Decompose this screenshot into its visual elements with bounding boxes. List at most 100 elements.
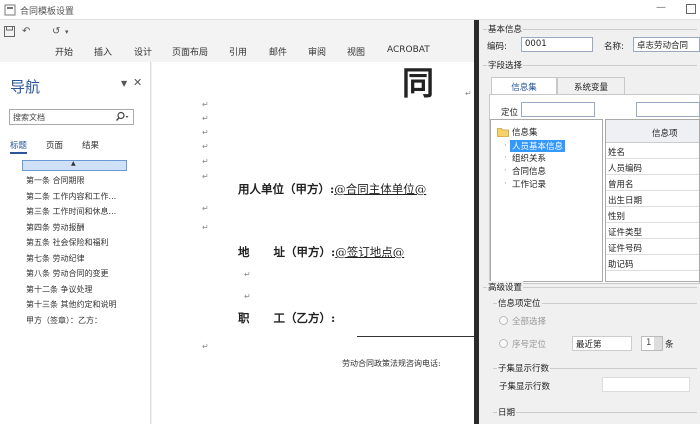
table-cell: 证件类型 xyxy=(608,228,643,238)
table-row[interactable]: 出生日期 xyxy=(606,191,699,207)
subset-group-label: 子集显示行数 xyxy=(497,362,551,374)
app-icon xyxy=(4,4,16,16)
code-input[interactable]: 0001 xyxy=(521,37,593,52)
redo-icon[interactable]: ↺ xyxy=(52,26,60,37)
tab-home[interactable]: 开始 xyxy=(55,45,73,58)
tab-mailings[interactable]: 邮件 xyxy=(269,45,287,58)
nav-item[interactable]: 第四条 劳动报酬 xyxy=(26,222,150,233)
table-cell: 姓名 xyxy=(608,148,626,158)
locate-group-label: 信息项定位 xyxy=(497,297,542,309)
tab-review[interactable]: 审阅 xyxy=(308,45,326,58)
grid-locate-input[interactable] xyxy=(636,102,700,117)
paragraph-mark: ↵ xyxy=(244,292,251,301)
sequence-number-stepper[interactable]: 1 xyxy=(641,336,663,351)
undo-icon[interactable]: ↶ xyxy=(22,26,30,37)
paragraph-mark: ↵ xyxy=(202,128,209,137)
table-cell: 助记码 xyxy=(608,260,634,270)
nav-selected-heading[interactable]: ▲ xyxy=(22,160,127,171)
tree-node[interactable]: 组织关系 xyxy=(512,152,546,164)
table-row[interactable]: 助记码 xyxy=(606,255,699,271)
folder-icon xyxy=(497,128,509,137)
nav-item[interactable]: 第一条 合同期限 xyxy=(26,175,150,186)
employer-label: 用人单位（甲方）: xyxy=(238,182,335,196)
nav-tab-pages[interactable]: 页面 xyxy=(46,139,63,151)
doc-title-fragment: 同 xyxy=(402,64,435,102)
radio-select-all[interactable] xyxy=(499,316,508,325)
radio-sequence[interactable] xyxy=(499,339,508,348)
field-selection-group-label: 字段选择 xyxy=(487,59,524,71)
paragraph-mark: ↵ xyxy=(202,142,209,151)
address-line: 地 址（甲方）:@签订地点@ xyxy=(238,244,404,260)
ribbon: ↶ ↺ ▾ 开始 插入 设计 页面布局 引用 邮件 审阅 视图 ACROBAT xyxy=(0,20,476,62)
paragraph-mark: ↵ xyxy=(244,270,251,279)
tab-acrobat[interactable]: ACROBAT xyxy=(387,45,430,55)
tab-insert[interactable]: 插入 xyxy=(94,45,112,58)
locate-input[interactable] xyxy=(521,102,595,117)
nav-tab-headings[interactable]: 标题 xyxy=(10,139,28,154)
nav-tab-results[interactable]: 结果 xyxy=(82,139,99,151)
nav-item[interactable]: 第三条 工作时间和休息... xyxy=(26,206,150,217)
group-border xyxy=(493,412,697,413)
table-cell: 证件号码 xyxy=(608,244,643,254)
tree-root[interactable]: 信息集 xyxy=(512,126,538,138)
employer-line: 用人单位（甲方）:@合同主体单位@ xyxy=(238,181,426,197)
tab-design[interactable]: 设计 xyxy=(134,45,152,58)
radio-sequence-label: 序号定位 xyxy=(512,340,547,350)
paragraph-mark: ↵ xyxy=(202,342,209,351)
nav-item[interactable]: 第十二条 争议处理 xyxy=(26,284,150,295)
tree-connector: · xyxy=(504,141,507,151)
nav-item[interactable]: 甲方（签章）：乙方： xyxy=(26,315,150,326)
tab-info-set[interactable]: 信息集 xyxy=(491,77,557,94)
nav-item[interactable]: 第十三条 其他约定和说明 xyxy=(26,299,150,310)
info-item-grid[interactable]: 信息项 姓名 人员编码 曾用名 出生日期 性别 证件类型 证件号码 助记码 xyxy=(605,119,700,282)
stepper-arrows[interactable] xyxy=(654,337,662,350)
quick-access-dropdown-icon[interactable]: ▾ xyxy=(65,28,69,36)
address-label-part2: 址（甲方）: xyxy=(273,245,336,259)
tab-references[interactable]: 引用 xyxy=(229,45,247,58)
search-icon[interactable] xyxy=(115,111,129,123)
tab-system-variables[interactable]: 系统变量 xyxy=(557,77,625,94)
nav-item[interactable]: 第五条 社会保险和福利 xyxy=(26,237,150,248)
subset-rows-input[interactable] xyxy=(602,377,690,392)
table-row[interactable]: 人员编码 xyxy=(606,159,699,175)
tree-node-selected[interactable]: 人员基本信息 xyxy=(510,140,566,152)
nav-search-input[interactable]: 搜索文档 xyxy=(9,109,134,125)
nav-item[interactable]: 第七条 劳动纪律 xyxy=(26,253,150,264)
tab-view[interactable]: 视图 xyxy=(347,45,365,58)
employee-label-part2: 工（乙方）: xyxy=(273,311,336,325)
document-canvas[interactable]: 同 ↵ ↵ ↵ ↵ ↵ ↵ ↵ 用人单位（甲方）:@合同主体单位@ ↵ ↵ 地 址… xyxy=(152,62,474,424)
nav-title: 导航 xyxy=(10,78,41,96)
employee-label-part1: 职 xyxy=(238,311,250,325)
employer-field[interactable]: @合同主体单位@ xyxy=(334,182,426,196)
info-set-tree[interactable]: 信息集 · 人员基本信息 · 组织关系 · 合同信息 · 工作记录 xyxy=(490,119,603,282)
sequence-number: 1 xyxy=(646,338,652,348)
table-row[interactable]: 姓名 xyxy=(606,143,699,159)
grid-header-label: 信息项 xyxy=(652,129,678,139)
paragraph-mark: ↵ xyxy=(202,100,209,109)
name-input[interactable]: 卓志劳动合同 xyxy=(633,37,700,52)
collapse-icon: ▲ xyxy=(71,160,76,167)
table-row[interactable]: 性别 xyxy=(606,207,699,223)
table-row[interactable]: 证件类型 xyxy=(606,223,699,239)
nav-options-icon[interactable]: ▼ xyxy=(121,79,127,88)
tree-node[interactable]: 合同信息 xyxy=(512,165,546,177)
sequence-mode-select[interactable]: 最近第 xyxy=(572,336,632,351)
doc-footer-text: 劳动合同政策法规咨询电话: xyxy=(342,359,441,368)
nav-item[interactable]: 第八条 劳动合同的变更 xyxy=(26,268,150,279)
minimize-button[interactable]: — xyxy=(656,2,666,13)
date-group-label: 日期 xyxy=(497,406,517,418)
tab-page-layout[interactable]: 页面布局 xyxy=(172,45,208,58)
table-row[interactable]: 曾用名 xyxy=(606,175,699,191)
table-row[interactable]: 证件号码 xyxy=(606,239,699,255)
radio-select-all-label: 全部选择 xyxy=(512,317,547,327)
window-title: 合同模板设置 xyxy=(20,7,75,17)
tree-node[interactable]: 工作记录 xyxy=(512,178,546,190)
employee-line: 职 工（乙方）: xyxy=(238,310,335,326)
save-icon[interactable] xyxy=(4,26,15,37)
grid-header: 信息项 xyxy=(606,120,699,143)
nav-item[interactable]: 第二条 工作内容和工作... xyxy=(26,191,150,202)
maximize-button[interactable] xyxy=(686,4,696,14)
address-field[interactable]: @签订地点@ xyxy=(335,245,404,259)
nav-close-icon[interactable]: ✕ xyxy=(133,76,142,89)
tree-connector: · xyxy=(504,166,507,176)
